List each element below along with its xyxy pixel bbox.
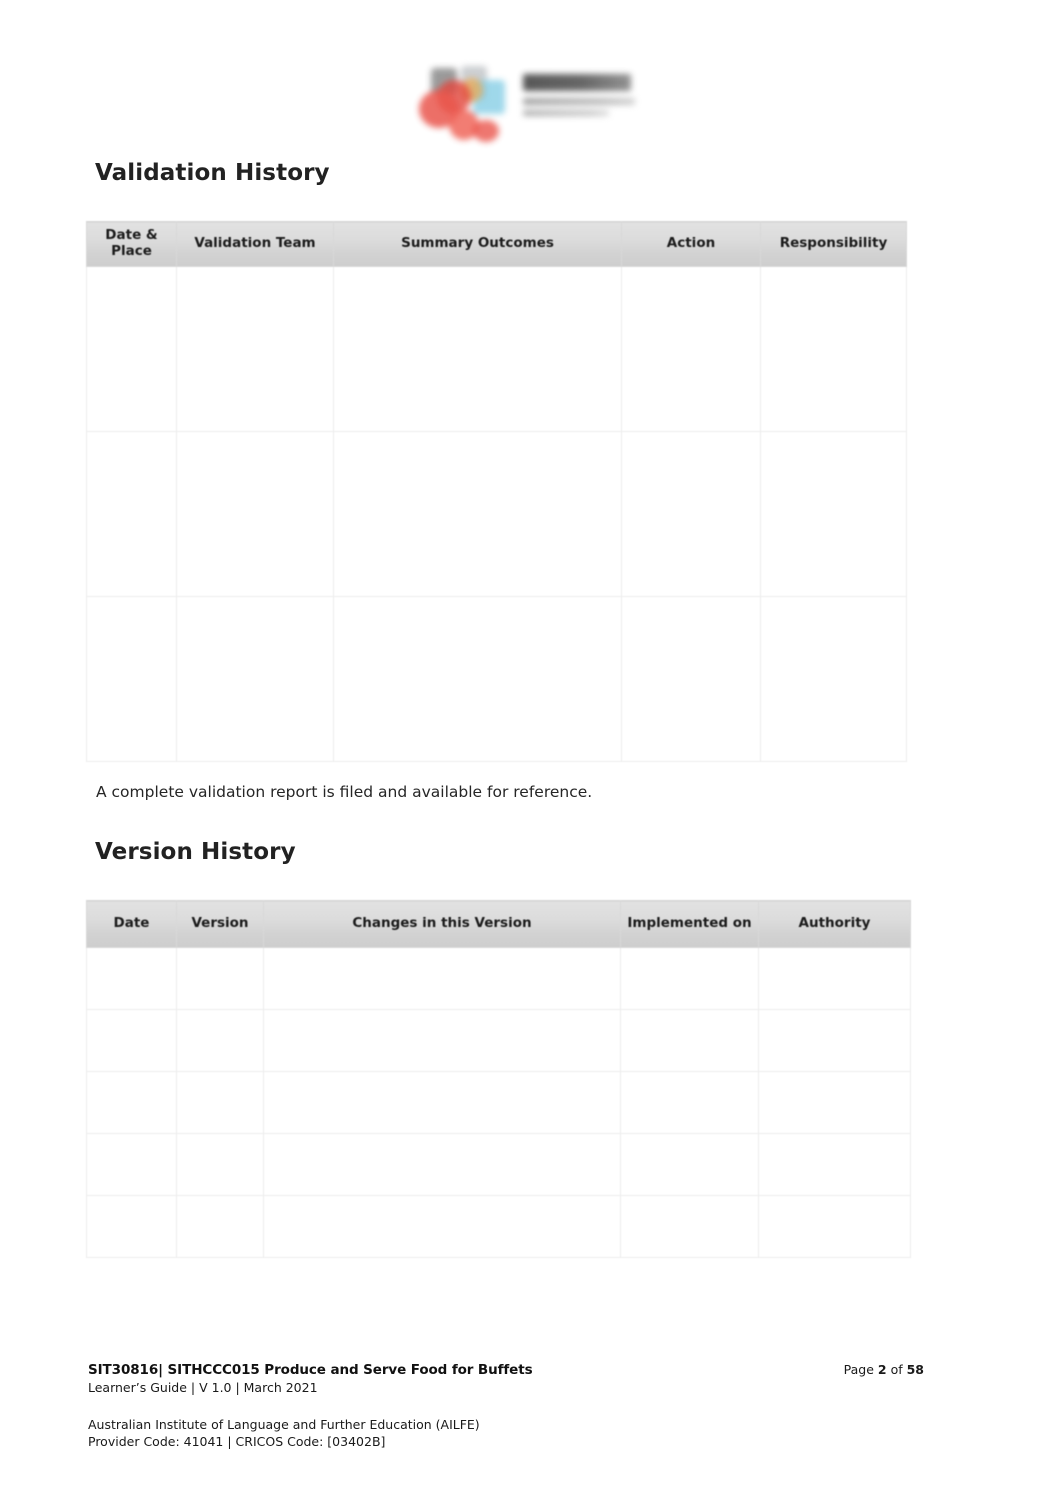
table-cell[interactable] — [86, 1133, 177, 1196]
table-row — [86, 430, 907, 597]
table-cell[interactable] — [620, 1195, 759, 1258]
table-cell[interactable] — [176, 1133, 264, 1196]
document-page: Validation History Date & Place Validati… — [0, 0, 1062, 1506]
table-row — [86, 1009, 911, 1072]
column-header-date: Date — [86, 900, 177, 948]
table-cell[interactable] — [333, 595, 622, 762]
logo-mark-icon — [417, 64, 513, 144]
table-cell[interactable] — [86, 265, 177, 432]
table-cell[interactable] — [176, 265, 334, 432]
table-cell[interactable] — [176, 430, 334, 597]
table-cell[interactable] — [621, 595, 761, 762]
version-history-table: Date Version Changes in this Version Imp… — [86, 900, 911, 1258]
column-header-changes: Changes in this Version — [263, 900, 621, 948]
table-row — [86, 595, 907, 762]
table-cell[interactable] — [86, 947, 177, 1010]
table-header-row: Date Version Changes in this Version Imp… — [86, 900, 911, 948]
table-cell[interactable] — [176, 1009, 264, 1072]
table-row — [86, 1133, 911, 1196]
table-cell[interactable] — [263, 1195, 621, 1258]
table-cell[interactable] — [760, 430, 907, 597]
footer-guide-line: Learner’s Guide | V 1.0 | March 2021 — [88, 1380, 318, 1395]
footer-institute-block: Australian Institute of Language and Fur… — [88, 1417, 924, 1451]
table-cell[interactable] — [760, 595, 907, 762]
table-cell[interactable] — [176, 1071, 264, 1134]
table-cell[interactable] — [758, 1133, 911, 1196]
footer-provider-code: Provider Code: 41041 | CRICOS Code: [034… — [88, 1433, 386, 1449]
table-cell[interactable] — [621, 265, 761, 432]
footer-top-row: SIT30816| SITHCCC015 Produce and Serve F… — [88, 1362, 924, 1378]
table-row — [86, 1195, 911, 1258]
page-footer: SIT30816| SITHCCC015 Produce and Serve F… — [88, 1362, 924, 1451]
table-row — [86, 947, 911, 1010]
table-cell[interactable] — [86, 595, 177, 762]
validation-report-note: A complete validation report is filed an… — [96, 783, 593, 801]
column-header-responsibility: Responsibility — [760, 221, 907, 267]
footer-page-total: 58 — [906, 1362, 924, 1377]
table-cell[interactable] — [620, 1133, 759, 1196]
table-cell[interactable] — [621, 430, 761, 597]
column-header-version: Version — [176, 900, 264, 948]
table-cell[interactable] — [620, 947, 759, 1010]
table-cell[interactable] — [758, 1009, 911, 1072]
table-cell[interactable] — [333, 265, 622, 432]
table-cell[interactable] — [86, 1071, 177, 1134]
column-header-validation-team: Validation Team — [176, 221, 334, 267]
table-cell[interactable] — [86, 1009, 177, 1072]
table-cell[interactable] — [176, 595, 334, 762]
table-cell[interactable] — [760, 265, 907, 432]
table-row — [86, 1071, 911, 1134]
footer-page-number: 2 — [877, 1362, 887, 1377]
table-cell[interactable] — [263, 1133, 621, 1196]
ailfe-logo — [411, 58, 651, 150]
validation-history-table: Date & Place Validation Team Summary Out… — [86, 221, 907, 762]
logo-band — [0, 52, 1062, 156]
heading-validation-history: Validation History — [95, 160, 330, 186]
column-header-action: Action — [621, 221, 761, 267]
table-cell[interactable] — [263, 947, 621, 1010]
table-cell[interactable] — [333, 430, 622, 597]
table-cell[interactable] — [86, 1195, 177, 1258]
heading-version-history: Version History — [95, 839, 296, 865]
table-cell[interactable] — [86, 430, 177, 597]
table-cell[interactable] — [176, 1195, 264, 1258]
column-header-summary-outcomes: Summary Outcomes — [333, 221, 622, 267]
column-header-authority: Authority — [758, 900, 911, 948]
footer-page-prefix: Page — [843, 1362, 878, 1377]
table-cell[interactable] — [620, 1071, 759, 1134]
table-cell[interactable] — [263, 1009, 621, 1072]
table-cell[interactable] — [758, 947, 911, 1010]
table-cell[interactable] — [176, 947, 264, 1010]
table-cell[interactable] — [263, 1071, 621, 1134]
table-row — [86, 265, 907, 432]
footer-course-title: SIT30816| SITHCCC015 Produce and Serve F… — [88, 1362, 533, 1378]
footer-page-of: of — [886, 1362, 907, 1377]
table-cell[interactable] — [758, 1195, 911, 1258]
footer-institute-name: Australian Institute of Language and Fur… — [88, 1417, 480, 1432]
column-header-date-place: Date & Place — [86, 221, 177, 267]
footer-page-indicator: Page 2 of 58 — [844, 1362, 924, 1377]
table-cell[interactable] — [758, 1071, 911, 1134]
table-header-row: Date & Place Validation Team Summary Out… — [86, 221, 907, 267]
table-cell[interactable] — [620, 1009, 759, 1072]
logo-wordmark — [523, 74, 641, 116]
column-header-implemented-on: Implemented on — [620, 900, 759, 948]
